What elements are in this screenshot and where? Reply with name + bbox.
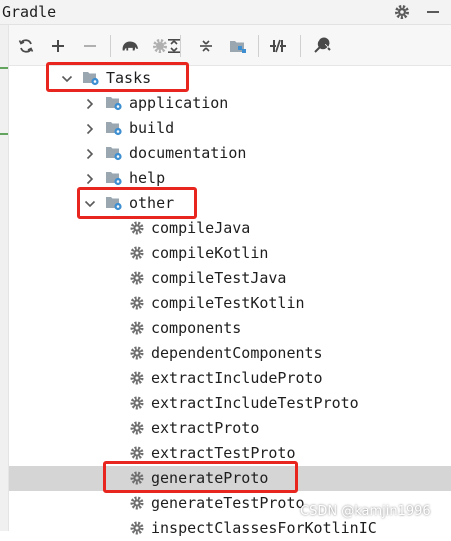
gear-icon [129, 420, 145, 436]
gear-icon [129, 520, 145, 536]
task-folder-icon [105, 145, 123, 161]
chevron-right-icon[interactable] [83, 121, 97, 135]
refresh-icon[interactable] [16, 36, 36, 56]
gear-icon [129, 495, 145, 511]
tree-node-application[interactable]: application [9, 91, 451, 116]
plus-icon[interactable] [48, 36, 68, 56]
task-item[interactable]: compileKotlin [9, 241, 451, 266]
chevron-right-icon[interactable] [83, 146, 97, 160]
task-item[interactable]: compileTestJava [9, 266, 451, 291]
gear-icon [129, 245, 145, 261]
elephant-icon[interactable] [120, 36, 140, 56]
minus-icon[interactable] [80, 36, 100, 56]
gutter-marker [0, 133, 8, 135]
left-gutter [0, 25, 9, 531]
tree-node-build[interactable]: build [9, 116, 451, 141]
task-item[interactable]: components [9, 316, 451, 341]
gear-icon [129, 370, 145, 386]
tree-node-help[interactable]: help [9, 166, 451, 191]
task-item[interactable]: extractIncludeTestProto [9, 391, 451, 416]
watermark: CSDN @kamjin1996 [300, 504, 431, 519]
task-item[interactable]: dependentComponents [9, 341, 451, 366]
task-item[interactable]: compileTestKotlin [9, 291, 451, 316]
annotation-box [46, 62, 189, 92]
task-label: components [151, 319, 242, 337]
toolbar-separator [258, 35, 259, 57]
tool-window-header: Gradle [0, 0, 451, 25]
task-label: inspectClassesForKotlinIC [151, 519, 377, 537]
task-folder-icon [105, 95, 123, 111]
gear-icon [129, 395, 145, 411]
tree-node-other[interactable]: other [9, 191, 451, 216]
gear-icon [129, 320, 145, 336]
tree-node-label: application [129, 94, 229, 112]
task-label: extractIncludeTestProto [151, 394, 359, 412]
task-item[interactable]: inspectClassesForKotlinIC [9, 516, 451, 541]
task-label: extractTestProto [151, 444, 296, 462]
expand-all-icon[interactable] [164, 36, 184, 56]
gutter-marker [0, 67, 8, 69]
toolbar [0, 25, 451, 66]
toolbar-separator [300, 35, 301, 57]
tree-node-documentation[interactable]: documentation [9, 141, 451, 166]
wrench-icon[interactable] [312, 36, 332, 56]
task-item[interactable]: extractProto [9, 416, 451, 441]
tree-node-label: documentation [129, 144, 247, 162]
task-folder-icon [105, 120, 123, 136]
annotation-box [77, 187, 197, 219]
task-label: extractIncludeProto [151, 369, 323, 387]
collapse-all-icon[interactable] [196, 36, 216, 56]
task-item[interactable]: compileJava [9, 216, 451, 241]
task-label: compileTestKotlin [151, 294, 305, 312]
gear-icon[interactable] [393, 3, 411, 21]
gear-icon [129, 295, 145, 311]
gear-icon [129, 270, 145, 286]
task-label: dependentComponents [151, 344, 323, 362]
task-label: compileJava [151, 219, 251, 237]
chevron-right-icon[interactable] [83, 171, 97, 185]
task-label: compileKotlin [151, 244, 269, 262]
tree-node-label: build [129, 119, 175, 137]
task-label: generateTestProto [151, 494, 305, 512]
task-label: extractProto [151, 419, 260, 437]
hide-icon[interactable] [424, 3, 442, 21]
gear-icon [129, 345, 145, 361]
tree-node-label: help [129, 169, 166, 187]
gear-icon [129, 445, 145, 461]
offline-mode-icon[interactable] [268, 36, 288, 56]
task-label: compileTestJava [151, 269, 287, 287]
dependencies-icon[interactable] [228, 36, 248, 56]
toolbar-separator [110, 35, 111, 57]
tool-window-title: Gradle [2, 3, 57, 21]
chevron-right-icon[interactable] [83, 96, 97, 110]
gear-icon [129, 220, 145, 236]
task-item[interactable]: extractIncludeProto [9, 366, 451, 391]
task-folder-icon [105, 170, 123, 186]
annotation-box [103, 461, 298, 493]
